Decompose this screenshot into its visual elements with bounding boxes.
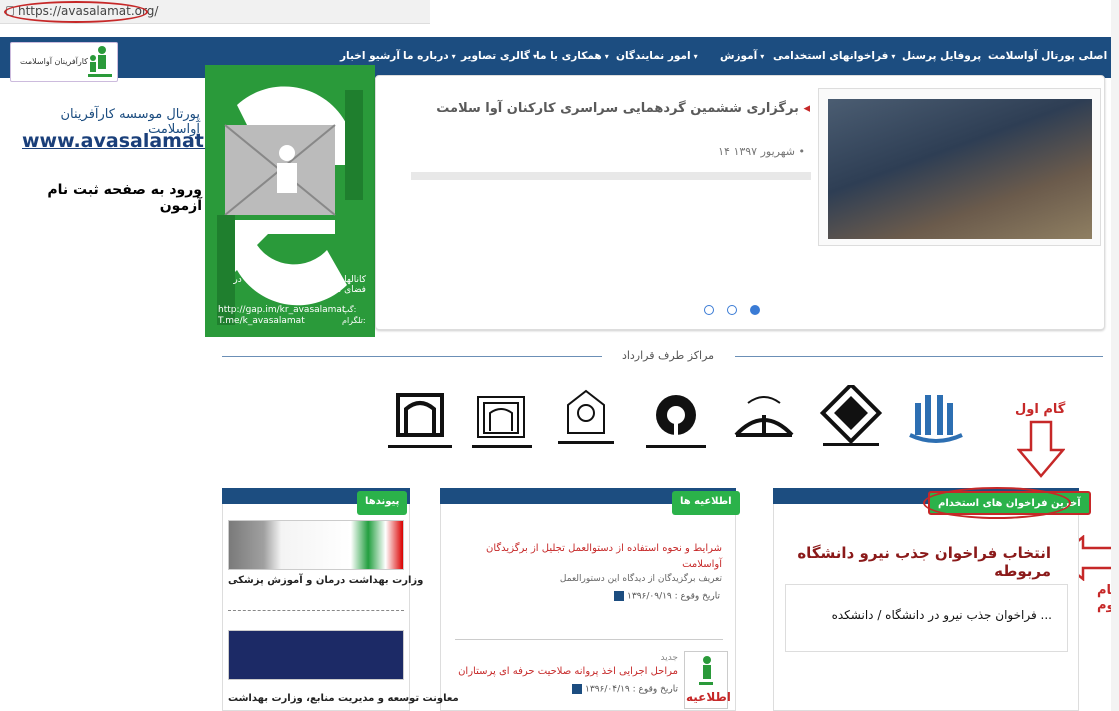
university-logo-blue[interactable] xyxy=(900,385,972,460)
bullet-arrow-icon: ◂ xyxy=(803,101,810,116)
news-item-title[interactable]: مراحل اجرایی اخذ پروانه صلاحیت حرفه ای پ… xyxy=(458,664,678,680)
tab-links[interactable]: پیوندها xyxy=(357,491,408,515)
news-item-date: تاریخ وقوع : ۱۳۹۶/۰۹/۱۹ xyxy=(590,591,720,602)
arrow-down-icon xyxy=(1017,420,1065,478)
divider xyxy=(735,356,1103,357)
step-one-annotation: گام اول xyxy=(1015,402,1066,417)
divider xyxy=(455,639,723,640)
banner-message: کانالهای اطلاع رسانی آوا سلامت در فضای م… xyxy=(233,275,366,295)
divider xyxy=(228,610,404,611)
slide-date: ۱۴ شهریور ۱۳۹۷ • xyxy=(718,145,805,158)
nav-cooperate[interactable]: همکاری با ما ▾ xyxy=(536,50,609,62)
slide-text-placeholder xyxy=(411,172,811,180)
university-logo-babol[interactable] xyxy=(466,385,538,460)
nav-news-archive[interactable]: آرشیو اخبار xyxy=(340,50,400,62)
university-logo-book[interactable] xyxy=(728,385,800,460)
link-label[interactable]: وزارت بهداشت درمان و آموزش پزشکی xyxy=(228,575,423,586)
logo-text: کارآفرینان آواسلامت xyxy=(20,57,88,66)
slider-dot-1[interactable] xyxy=(704,305,714,315)
chevron-down-icon: ▾ xyxy=(451,52,456,61)
nav-education[interactable]: آموزش ▾ xyxy=(720,50,764,62)
divider xyxy=(222,356,602,357)
logo-family-icon xyxy=(88,46,112,77)
nav-about[interactable]: درباره ما ▾ xyxy=(403,50,456,62)
banner-telegram-url[interactable]: T.me/k_avasalamat xyxy=(218,316,305,326)
nav-gallery[interactable]: گالری تصاویر ▾ xyxy=(461,50,537,62)
tab-highlight-annotation xyxy=(923,487,1071,519)
new-badge: جدید xyxy=(660,653,678,663)
chevron-down-icon: ▾ xyxy=(891,52,896,61)
university-logo-qazvin[interactable] xyxy=(815,385,887,460)
tab-announcements[interactable]: اطلاعیه ها xyxy=(672,491,740,515)
news-item-title[interactable]: شرایط و نحوه استفاده از دستوالعمل تجلیل … xyxy=(458,541,722,573)
contracts-heading: مراکز طرف قرارداد xyxy=(621,349,715,362)
nav-staff-profile[interactable]: پروفایل پرسنل xyxy=(902,50,981,62)
university-logo-torbat[interactable] xyxy=(640,385,712,460)
university-logo-ardabil[interactable] xyxy=(384,385,456,460)
banner-gap-label: گپ: xyxy=(342,305,357,314)
slide-title[interactable]: برگزاری ششمین گردهمایی سراسری کارکنان آو… xyxy=(420,101,810,116)
resource-development-banner[interactable] xyxy=(228,630,404,680)
university-logo-shahid-beheshti[interactable] xyxy=(550,385,622,460)
slider-dot-2[interactable] xyxy=(727,305,737,315)
chevron-down-icon: ▾ xyxy=(604,52,609,61)
nav-representatives[interactable]: امور نمایندگان ▾ xyxy=(616,50,698,62)
chevron-down-icon: ▾ xyxy=(760,52,765,61)
banner-gap-url[interactable]: http://gap.im/kr_avasalamat xyxy=(218,305,345,315)
calendar-icon xyxy=(614,591,625,601)
banner-telegram-label: تلگرام: xyxy=(342,316,366,325)
nav-home[interactable]: صفحه اصلی پورتال آواسلامت xyxy=(988,50,1119,62)
url-highlight-annotation xyxy=(4,1,148,23)
link-label[interactable]: معاونت توسعه و مدیریت منابع، وزارت بهداش… xyxy=(228,693,459,704)
ministry-of-health-banner[interactable] xyxy=(228,520,404,570)
news-item-summary: تعریف برگزیدگان از دیدگاه این دستورالعمل xyxy=(559,574,722,584)
exam-registration-link[interactable]: ورود به صفحه ثبت نام آزمون xyxy=(22,182,202,214)
slide-photo[interactable] xyxy=(828,99,1092,239)
nav-job-calls[interactable]: فراخوانهای استخدامی ▾ xyxy=(773,50,895,62)
news-item-date: تاریخ وقوع : ۱۳۹۶/۰۴/۱۹ xyxy=(548,684,678,695)
page-scrollbar[interactable] xyxy=(1111,0,1119,711)
announcement-thumbnail-text: اطلاعیه xyxy=(686,690,731,704)
job-call-title[interactable]: فراخوان جذب نیرو در دانشگاه / دانشکده ..… xyxy=(790,608,1052,622)
logo-family-icon xyxy=(699,656,713,685)
chevron-down-icon: ▾ xyxy=(533,52,538,61)
calendar-icon xyxy=(572,684,583,694)
slider-dot-3[interactable] xyxy=(750,305,760,315)
chevron-down-icon: ▾ xyxy=(693,52,698,61)
select-notice-annotation: انتخاب فراخوان جذب نیرو دانشگاه مربوطه xyxy=(797,544,1051,580)
